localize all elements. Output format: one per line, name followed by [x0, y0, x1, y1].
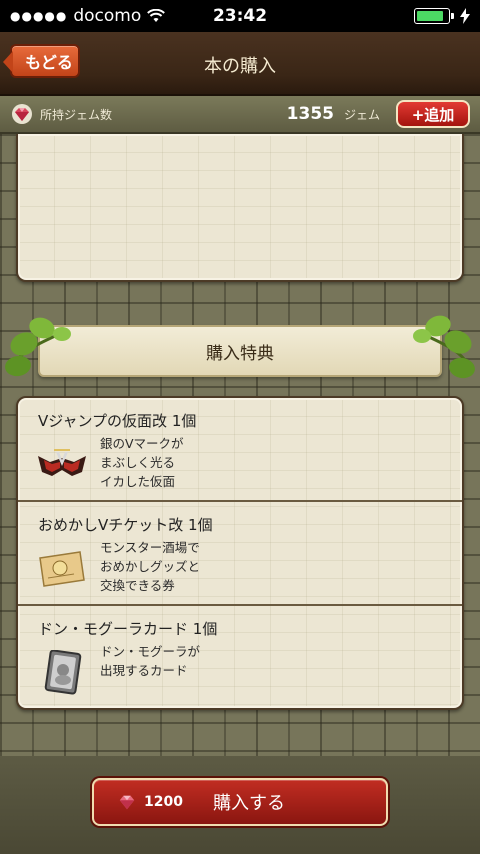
purchase-price: 1200 — [144, 794, 183, 810]
purchase-button[interactable]: 1200 購入する — [92, 778, 388, 826]
bolt-icon — [460, 8, 470, 24]
list-item: おめかしVチケット改 1個 モンスター酒場で おめかしグッズと 交換できる券 — [18, 502, 462, 606]
add-gems-button[interactable]: +追加 — [396, 100, 470, 128]
gem-bar: 所持ジェム数 1355 ジェム +追加 — [0, 96, 480, 134]
list-item: Vジャンプの仮面改 1個 銀のVマークが まぶしく光る イカした仮面 — [18, 398, 462, 502]
item-title: Vジャンプの仮面改 1個 — [38, 412, 197, 430]
bonus-title: 購入特典 — [206, 343, 274, 364]
list-item: ドン・モグーラカード 1個 ドン・モグーラが 出現するカード — [18, 606, 462, 710]
item-desc-line: 交換できる券 — [100, 578, 175, 593]
item-desc-line: イカした仮面 — [100, 474, 176, 489]
item-desc-line: ドン・モグーラが — [100, 644, 201, 659]
wifi-icon — [147, 9, 166, 22]
item-desc-line: まぶしく光る — [100, 455, 176, 470]
status-bar: ●●●●● docomo 23:42 — [0, 0, 480, 32]
carrier-label: docomo — [73, 6, 142, 26]
card-icon — [44, 650, 82, 695]
gem-unit: ジェム — [343, 107, 380, 122]
book-preview-panel — [16, 134, 464, 282]
purchase-label: 購入する — [212, 793, 285, 814]
ivy-left-icon — [5, 317, 71, 377]
item-desc-line: 出現するカード — [100, 663, 188, 678]
signal-dots-icon: ●●●●● — [10, 9, 68, 23]
mask-icon — [38, 449, 86, 476]
bonus-list: Vジャンプの仮面改 1個 銀のVマークが まぶしく光る イカした仮面 おめかしV… — [16, 396, 464, 710]
gem-icon — [119, 795, 135, 810]
gem-label: 所持ジェム数 — [40, 107, 113, 122]
bonus-banner: 購入特典 — [38, 325, 442, 377]
battery-icon — [414, 8, 454, 24]
gem-count: 1355 — [286, 104, 334, 124]
ticket-icon — [39, 551, 85, 587]
gem-icon — [12, 104, 32, 124]
page-title: 本の購入 — [204, 56, 276, 77]
battery-level — [417, 11, 443, 21]
item-title: おめかしVチケット改 1個 — [38, 516, 213, 534]
item-desc: ドン・モグーラが 出現するカード — [100, 642, 200, 680]
header: もどる 本の購入 — [0, 32, 480, 96]
item-desc-line: 銀のVマークが — [100, 436, 184, 451]
item-desc: モンスター酒場で おめかしグッズと 交換できる券 — [100, 538, 200, 595]
ivy-right-icon — [413, 315, 475, 379]
item-desc: 銀のVマークが まぶしく光る イカした仮面 — [100, 434, 184, 491]
item-desc-line: おめかしグッズと — [100, 559, 201, 574]
item-title: ドン・モグーラカード 1個 — [38, 620, 218, 638]
item-desc-line: モンスター酒場で — [100, 540, 200, 555]
